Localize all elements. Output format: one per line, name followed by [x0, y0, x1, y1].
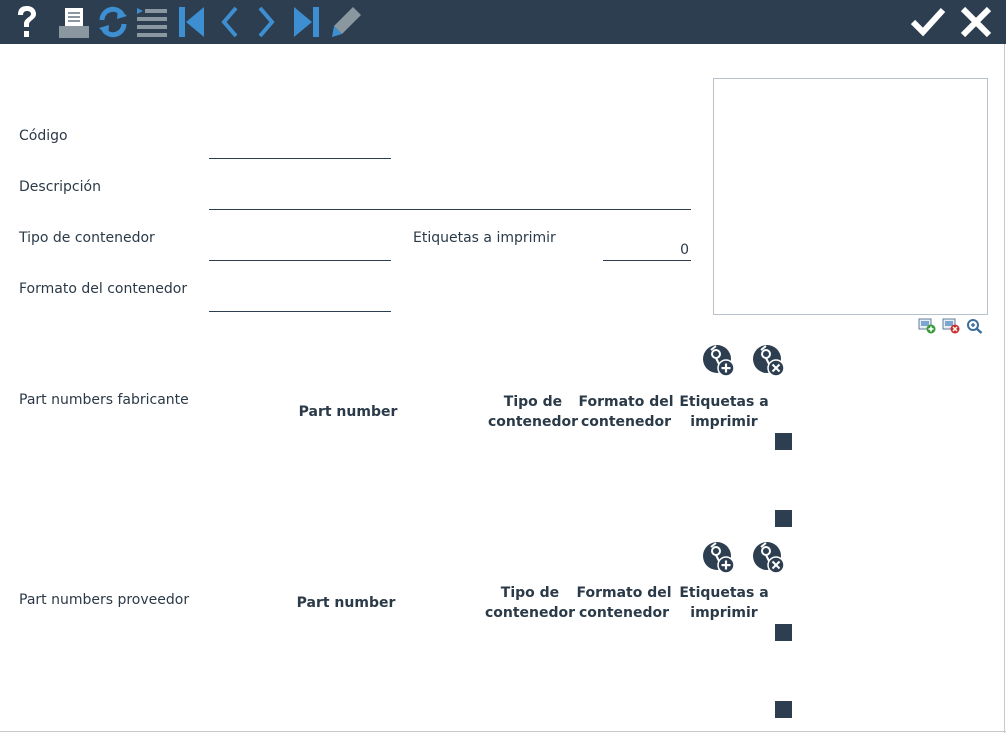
col-header-line: Formato del: [578, 394, 674, 410]
refresh-icon[interactable]: [96, 2, 130, 42]
help-icon[interactable]: [12, 2, 42, 42]
fabricante-col-formato[interactable]: Formato del contenedor: [578, 392, 674, 432]
codigo-field[interactable]: [209, 135, 391, 159]
previous-record-icon[interactable]: [214, 2, 244, 42]
col-header-line: contenedor: [487, 414, 579, 430]
image-preview[interactable]: [713, 78, 988, 315]
zoom-image-icon[interactable]: [966, 318, 984, 334]
add-row-icon[interactable]: [702, 541, 736, 575]
edit-pencil-icon[interactable]: [328, 2, 364, 42]
row-selector[interactable]: [775, 701, 792, 718]
col-header-line: Tipo de: [500, 585, 560, 601]
row-selector[interactable]: [775, 433, 792, 450]
fabricante-col-tipo[interactable]: Tipo de contenedor: [486, 392, 580, 432]
first-record-icon[interactable]: [174, 2, 208, 42]
remove-image-icon[interactable]: [942, 318, 960, 334]
proveedor-col-formato[interactable]: Formato del contenedor: [576, 583, 672, 623]
col-header-line: imprimir: [690, 414, 758, 430]
proveedor-section-title: Part numbers proveedor: [19, 592, 190, 608]
descripcion-label: Descripción: [19, 179, 101, 195]
last-record-icon[interactable]: [290, 2, 324, 42]
row-selector[interactable]: [775, 624, 792, 641]
accept-check-icon[interactable]: [908, 2, 948, 42]
col-header-line: contenedor: [578, 605, 670, 621]
col-header-line: contenedor: [484, 605, 576, 621]
formato-contenedor-field[interactable]: [209, 288, 391, 312]
col-header-line: contenedor: [580, 414, 672, 430]
page-border: [0, 731, 1006, 732]
col-header-line: Formato del: [576, 585, 672, 601]
descripcion-field[interactable]: [209, 186, 691, 210]
formato-contenedor-label: Formato del contenedor: [19, 281, 188, 297]
tipo-contenedor-field[interactable]: [209, 237, 391, 261]
next-record-icon[interactable]: [252, 2, 282, 42]
list-icon[interactable]: [134, 2, 170, 42]
col-header-line: Tipo de: [503, 394, 563, 410]
col-header-line: Etiquetas a: [679, 394, 769, 410]
fabricante-section-title: Part numbers fabricante: [19, 392, 189, 408]
fabricante-col-etiquetas[interactable]: Etiquetas a imprimir: [676, 392, 772, 432]
fabricante-col-part-number[interactable]: Part number: [296, 402, 400, 422]
remove-row-icon[interactable]: [752, 541, 786, 575]
add-row-icon[interactable]: [702, 344, 736, 378]
print-icon[interactable]: [56, 2, 92, 42]
proveedor-col-tipo[interactable]: Tipo de contenedor: [483, 583, 577, 623]
toolbar: [0, 0, 1006, 44]
close-icon[interactable]: [956, 2, 996, 42]
proveedor-col-etiquetas[interactable]: Etiquetas a imprimir: [676, 583, 772, 623]
remove-row-icon[interactable]: [752, 344, 786, 378]
tipo-contenedor-label: Tipo de contenedor: [19, 230, 155, 246]
col-header-line: Etiquetas a: [679, 585, 769, 601]
proveedor-col-part-number[interactable]: Part number: [294, 593, 398, 613]
etiquetas-field[interactable]: 0: [603, 237, 691, 261]
codigo-label: Código: [19, 128, 68, 144]
add-image-icon[interactable]: [918, 318, 936, 334]
page-border: [1004, 44, 1005, 733]
etiquetas-label: Etiquetas a imprimir: [413, 230, 556, 246]
col-header-line: imprimir: [690, 605, 758, 621]
row-selector[interactable]: [775, 510, 792, 527]
